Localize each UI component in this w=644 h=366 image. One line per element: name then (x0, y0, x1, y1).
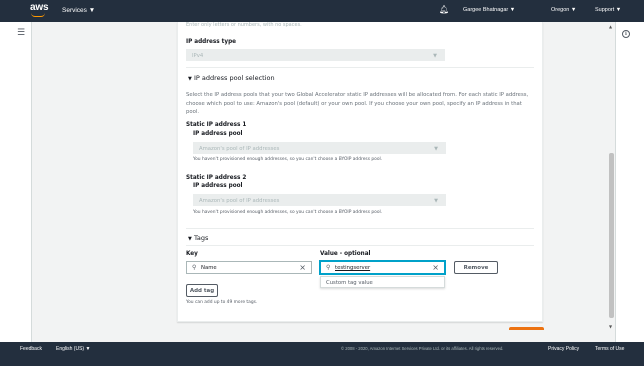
tag-value-input[interactable]: ⚲ testingserver × (320, 261, 445, 274)
tags-section-title: Tags (193, 234, 209, 242)
static-ip-1-title: Static IP address 1 (186, 122, 247, 128)
static-ip-1-pool-value: Amazon's pool of IP addresses (199, 146, 280, 152)
section-divider (186, 245, 534, 246)
tag-key-input[interactable]: ⚲ Name × (186, 261, 312, 274)
ip-address-type-label: IP address type (186, 39, 237, 45)
static-ip-1-note: You haven't provisioned enough addresses… (193, 157, 383, 162)
section-divider (186, 228, 534, 229)
services-menu[interactable]: Services ▼ (62, 7, 95, 14)
tag-value-value: testingserver (335, 265, 371, 271)
top-navigation-bar: aws Services ▼ 🔔︎ Gargee Bhatnagar ▼ Ore… (0, 0, 644, 22)
info-icon[interactable]: i (622, 30, 630, 38)
region-menu[interactable]: Oregon ▼ (551, 7, 576, 13)
support-menu[interactable]: Support ▼ (595, 7, 621, 13)
language-selector[interactable]: English (US) ▼ (56, 346, 90, 352)
search-icon: ⚲ (326, 264, 331, 271)
feedback-link[interactable]: Feedback (20, 346, 42, 352)
close-icon[interactable]: × (432, 263, 439, 272)
scroll-down-icon[interactable]: ▼ (609, 324, 612, 329)
static-ip-2-pool-select[interactable]: Amazon's pool of IP addresses ▼ (193, 194, 446, 206)
scroll-up-icon[interactable]: ▲ (609, 24, 612, 29)
search-icon: ⚲ (192, 264, 197, 271)
tag-key-value: Name (201, 265, 217, 271)
caret-down-icon: ▼ (434, 146, 438, 152)
tag-value-suggestion[interactable]: Custom tag value (320, 276, 445, 288)
caret-down-icon: ▼ (188, 236, 192, 242)
terms-of-use-link[interactable]: Terms of Use (595, 346, 624, 352)
aws-logo-smile (31, 13, 45, 17)
pool-section-header[interactable]: ▼ IP address pool selection (188, 74, 275, 82)
pool-section-title: IP address pool selection (193, 74, 275, 82)
hamburger-icon[interactable]: ☰ (17, 28, 25, 38)
scrollbar-thumb[interactable] (609, 153, 614, 318)
section-divider (186, 67, 534, 68)
copyright-text: © 2008 - 2020, Amazon Internet Services … (341, 346, 504, 351)
pool-description: Select the IP address pools that your tw… (186, 92, 529, 116)
static-ip-2-note: You haven't provisioned enough addresses… (193, 210, 383, 215)
caret-down-icon: ▼ (433, 53, 437, 59)
static-ip-2-pool-value: Amazon's pool of IP addresses (199, 198, 280, 204)
close-icon[interactable]: × (299, 263, 306, 272)
bell-icon[interactable]: 🔔︎ (439, 5, 449, 14)
aws-logo[interactable]: aws (30, 2, 49, 17)
aws-logo-text: aws (30, 2, 49, 13)
left-side-rail (0, 22, 32, 342)
static-ip-2-pool-label: IP address pool (193, 183, 243, 189)
static-ip-1-pool-label: IP address pool (193, 131, 243, 137)
right-side-rail (615, 22, 644, 342)
ip-address-type-select[interactable]: IPv4 ▼ (186, 49, 445, 61)
caret-down-icon: ▼ (188, 76, 192, 82)
tag-limit-note: You can add up to 49 more tags. (186, 300, 258, 305)
next-button[interactable] (509, 327, 544, 330)
name-hint-text: Enter only letters or numbers, with no s… (186, 22, 302, 28)
privacy-policy-link[interactable]: Privacy Policy (548, 346, 579, 352)
caret-down-icon: ▼ (434, 198, 438, 204)
ip-address-type-value: IPv4 (192, 53, 204, 59)
add-tag-button[interactable]: Add tag (186, 284, 218, 297)
tag-key-label: Key (186, 251, 198, 257)
footer-bar: Feedback English (US) ▼ © 2008 - 2020, A… (0, 342, 644, 366)
static-ip-1-pool-select[interactable]: Amazon's pool of IP addresses ▼ (193, 142, 446, 154)
remove-tag-button[interactable]: Remove (454, 261, 498, 274)
account-menu[interactable]: Gargee Bhatnagar ▼ (463, 7, 515, 13)
tags-section-header[interactable]: ▼ Tags (188, 234, 208, 242)
static-ip-2-title: Static IP address 2 (186, 175, 247, 181)
tag-value-label: Value - optional (320, 251, 371, 257)
